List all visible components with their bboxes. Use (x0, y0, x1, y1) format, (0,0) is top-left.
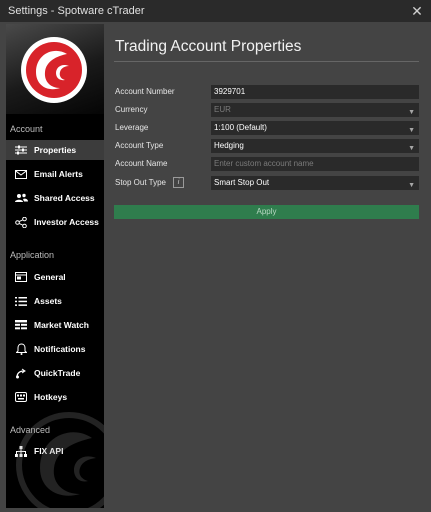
sidebar-item-label: Investor Access (34, 217, 99, 227)
account-name-input[interactable] (211, 157, 419, 171)
list-icon (14, 294, 28, 308)
ctrader-logo-icon (21, 37, 87, 103)
window-title: Settings - Spotware cTrader (8, 5, 145, 17)
account-type-row: Account Type Hedging ▼ (114, 139, 419, 153)
currency-row: Currency EUR ▼ (114, 103, 419, 117)
currency-value: EUR (214, 105, 231, 114)
page-title: Trading Account Properties (115, 38, 302, 55)
account-type-label: Account Type (115, 141, 164, 150)
stop-out-type-label: Stop Out Type (115, 178, 166, 187)
chevron-down-icon: ▼ (408, 145, 415, 152)
info-icon[interactable]: i (173, 177, 184, 188)
stop-out-type-value: Smart Stop Out (214, 178, 270, 187)
account-number-field[interactable] (211, 85, 419, 99)
account-number-label: Account Number (115, 87, 175, 96)
table-icon (14, 318, 28, 332)
sidebar-item-shared-access[interactable]: Shared Access (6, 188, 104, 208)
settings-window: Settings - Spotware cTrader ✕ Account Pr… (0, 0, 431, 512)
users-icon (14, 191, 28, 205)
currency-label: Currency (115, 105, 148, 114)
chevron-down-icon: ▼ (408, 109, 415, 116)
share-icon (14, 215, 28, 229)
sidebar-item-label: Notifications (34, 344, 86, 354)
leverage-value: 1:100 (Default) (214, 123, 267, 132)
keyboard-icon (14, 390, 28, 404)
stop-out-type-select[interactable]: Smart Stop Out ▼ (211, 176, 419, 190)
sidebar-item-label: Market Watch (34, 320, 89, 330)
sidebar-item-properties[interactable]: Properties (6, 140, 104, 160)
sidebar-item-label: Shared Access (34, 193, 95, 203)
sidebar-item-email-alerts[interactable]: Email Alerts (6, 164, 104, 184)
sidebar-item-hotkeys[interactable]: Hotkeys (6, 387, 104, 407)
account-name-row: Account Name (114, 157, 419, 171)
sidebar: Account Properties Email Alerts Shared A… (6, 24, 104, 508)
envelope-icon (14, 167, 28, 181)
leverage-select[interactable]: 1:100 (Default) ▼ (211, 121, 419, 135)
sidebar-item-label: General (34, 272, 66, 282)
sidebar-item-label: Email Alerts (34, 169, 83, 179)
section-label-account: Account (10, 124, 43, 134)
leverage-label: Leverage (115, 123, 149, 132)
quicktrade-icon (14, 366, 28, 380)
sidebar-item-label: Hotkeys (34, 392, 68, 402)
account-number-row: Account Number (114, 85, 419, 99)
window-icon (14, 270, 28, 284)
bell-icon (14, 342, 28, 356)
apply-button[interactable]: Apply (114, 205, 419, 219)
sidebar-item-quicktrade[interactable]: QuickTrade (6, 363, 104, 383)
close-icon[interactable]: ✕ (409, 3, 425, 19)
chevron-down-icon: ▼ (408, 127, 415, 134)
account-type-select[interactable]: Hedging ▼ (211, 139, 419, 153)
sidebar-item-general[interactable]: General (6, 267, 104, 287)
sidebar-item-market-watch[interactable]: Market Watch (6, 315, 104, 335)
sidebar-item-label: QuickTrade (34, 368, 81, 378)
title-bar: Settings - Spotware cTrader ✕ (0, 0, 431, 23)
leverage-row: Leverage 1:100 (Default) ▼ (114, 121, 419, 135)
sidebar-item-assets[interactable]: Assets (6, 291, 104, 311)
sidebar-item-notifications[interactable]: Notifications (6, 339, 104, 359)
sidebar-item-label: Assets (34, 296, 62, 306)
currency-select[interactable]: EUR ▼ (211, 103, 419, 117)
logo-card (6, 24, 104, 114)
title-divider (114, 61, 419, 62)
account-type-value: Hedging (214, 141, 244, 150)
sidebar-item-label: Properties (34, 145, 77, 155)
chevron-down-icon: ▼ (408, 182, 415, 189)
account-name-label: Account Name (115, 159, 168, 168)
logo-watermark-icon (16, 412, 104, 508)
section-label-application: Application (10, 250, 55, 260)
stop-out-type-row: Stop Out Type i Smart Stop Out ▼ (114, 176, 419, 190)
sidebar-item-investor-access[interactable]: Investor Access (6, 212, 104, 232)
sliders-icon (14, 143, 28, 157)
